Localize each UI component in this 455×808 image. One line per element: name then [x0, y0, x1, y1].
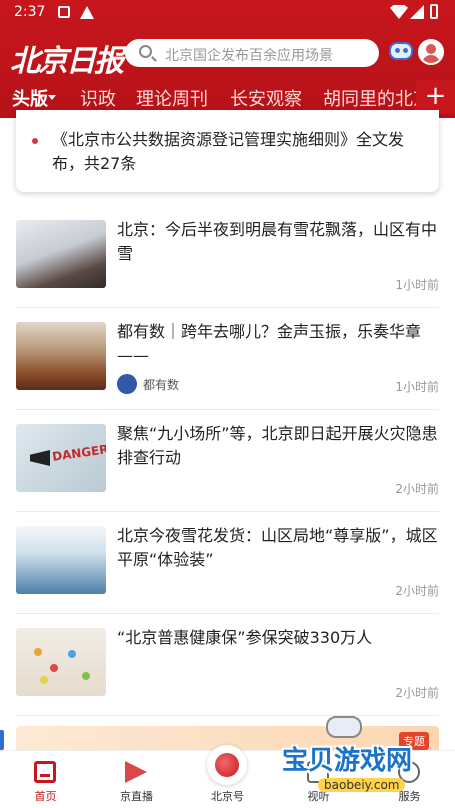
- search-placeholder: 北京国企发布百余应用场景: [165, 48, 333, 64]
- nav-label: 京直播: [120, 790, 153, 803]
- news-title: 聚焦“九小场所”等，北京即日起开展火灾隐患排查行动: [117, 424, 438, 467]
- bullet-dot: [32, 138, 38, 144]
- news-time: 1小时前: [395, 278, 439, 292]
- robot-assistant-icon[interactable]: [388, 38, 414, 66]
- news-thumbnail: [16, 322, 106, 390]
- list-item[interactable]: “北京普惠健康保”参保突破330万人 2小时前: [16, 614, 439, 716]
- nav-label: 北京号: [211, 790, 244, 803]
- tab-lilun[interactable]: 理论周刊: [136, 85, 208, 111]
- add-channel-button[interactable]: +: [416, 80, 455, 114]
- list-item[interactable]: DANGER 聚焦“九小场所”等，北京即日起开展火灾隐患排查行动 2小时前: [16, 410, 439, 512]
- nav-live[interactable]: 京直播: [91, 751, 182, 808]
- list-item[interactable]: 北京：今后半夜到明晨有雪花飘落，山区有中雪 1小时前: [16, 206, 439, 308]
- app-header: 2:37 北京日报 ⌄ 北京国企发布百余应用场景 头版 识政 理论周刊 长安观察…: [0, 0, 455, 118]
- news-thumbnail: DANGER: [16, 424, 106, 492]
- warning-icon: [80, 6, 94, 19]
- search-icon: [139, 45, 152, 58]
- home-icon: [34, 761, 56, 783]
- news-thumbnail: [16, 628, 106, 696]
- pinned-text: 《北京市公共数据资源登记管理实施细则》全文发布，共27条: [52, 130, 405, 173]
- news-title: 北京：今后半夜到明晨有雪花飘落，山区有中雪: [117, 220, 438, 263]
- side-marker: [0, 730, 4, 750]
- nav-label: 首页: [34, 790, 57, 803]
- pinned-card[interactable]: 《北京市公共数据资源登记管理实施细则》全文发布，共27条: [16, 110, 439, 192]
- news-thumbnail: [16, 220, 106, 288]
- watermark-text: 宝贝游戏网: [282, 746, 413, 776]
- news-source: 都有数: [143, 378, 180, 392]
- news-time: 2小时前: [395, 584, 439, 598]
- signal-icon: [410, 5, 424, 19]
- megaphone-icon: [30, 450, 50, 466]
- list-item[interactable]: 都有数｜跨年去哪儿？金声玉振，乐奏华章—— 都有数 1小时前: [16, 308, 439, 410]
- status-bar: 2:37: [0, 0, 455, 26]
- battery-icon: [430, 4, 438, 19]
- status-time: 2:37: [14, 4, 46, 20]
- news-title: 都有数｜跨年去哪儿？金声玉振，乐奏华章——: [117, 322, 422, 365]
- thumbnail-text: DANGER: [51, 442, 106, 464]
- watermark-url: baobeiy.com: [318, 778, 406, 792]
- avatar[interactable]: [418, 39, 444, 65]
- notification-icon: [58, 6, 70, 18]
- beijinghao-icon: [207, 745, 247, 785]
- nav-home[interactable]: 首页: [0, 751, 91, 808]
- news-title: 北京今夜雪花发货：山区局地“尊享版”，城区平原“体验装”: [117, 526, 438, 569]
- news-thumbnail: [16, 526, 106, 594]
- tab-changan[interactable]: 长安观察: [230, 85, 302, 111]
- news-time: 1小时前: [395, 380, 439, 394]
- source-logo-icon: [117, 374, 137, 394]
- gamepad-icon: [326, 716, 362, 738]
- tab-shizheng[interactable]: 识政: [80, 85, 116, 111]
- chevron-down-icon[interactable]: ⌄: [104, 44, 116, 60]
- watermark: 宝贝游戏网 baobeiy.com: [282, 716, 432, 802]
- wifi-icon: [390, 5, 408, 19]
- play-icon: [125, 761, 147, 783]
- news-time: 2小时前: [395, 482, 439, 496]
- news-time: 2小时前: [395, 686, 439, 700]
- news-title: “北京普惠健康保”参保突破330万人: [117, 628, 373, 647]
- tab-hutong[interactable]: 胡同里的北京: [323, 85, 431, 111]
- list-item[interactable]: 北京今夜雪花发货：山区局地“尊享版”，城区平原“体验装” 2小时前: [16, 512, 439, 614]
- chevron-down-icon[interactable]: [48, 95, 56, 100]
- nav-beijinghao[interactable]: 北京号: [182, 745, 273, 808]
- channel-tabs: 头版 识政 理论周刊 长安观察 胡同里的北京: [0, 80, 455, 114]
- search-bar[interactable]: 北京国企发布百余应用场景: [125, 39, 379, 67]
- tab-toutiao[interactable]: 头版: [12, 85, 48, 111]
